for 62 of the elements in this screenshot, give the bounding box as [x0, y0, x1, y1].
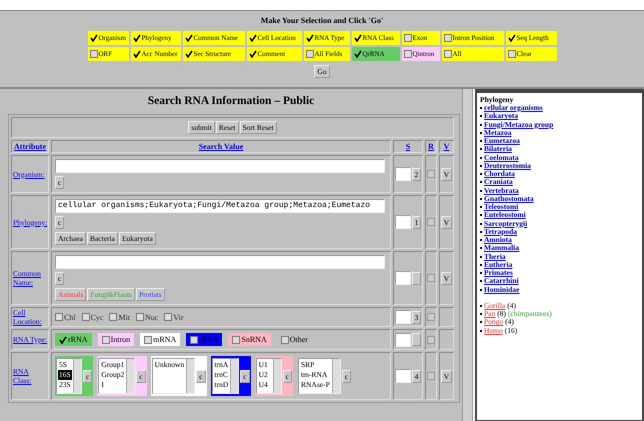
checkbox[interactable] — [248, 34, 256, 42]
search-field[interactable]: cellular organisms;Eukaryota;Fungi/Metazoa group;Metazoa;Eumetazo — [55, 199, 385, 213]
checkbox[interactable] — [427, 170, 435, 178]
checkbox[interactable] — [55, 313, 63, 321]
checkbox[interactable] — [144, 336, 152, 344]
panel-title: Search RNA Information – Public — [146, 95, 316, 107]
checkbox[interactable] — [109, 313, 118, 321]
empty-table-cell — [439, 307, 454, 327]
sort-field[interactable] — [395, 271, 411, 285]
checkbox[interactable] — [354, 50, 362, 58]
checkbox[interactable] — [280, 336, 289, 344]
sort-field[interactable] — [395, 215, 411, 229]
checkbox[interactable] — [90, 34, 98, 42]
location-option[interactable]: Mit — [109, 312, 130, 322]
selection-title: Make Your Selection and Click 'Go' — [260, 16, 384, 25]
sort-field[interactable] — [395, 369, 411, 383]
checkbox[interactable] — [306, 50, 314, 58]
checkbox[interactable] — [164, 313, 172, 321]
checkbox[interactable] — [59, 336, 67, 344]
checkbox[interactable] — [427, 372, 435, 380]
scrollbar[interactable] — [462, 89, 473, 421]
sort-button[interactable] — [412, 333, 421, 346]
checkbox[interactable] — [427, 218, 435, 226]
checkbox[interactable] — [232, 336, 240, 344]
type-option[interactable]: SnRNA — [228, 333, 271, 346]
checkbox[interactable] — [427, 274, 435, 282]
sort-field[interactable] — [395, 167, 411, 181]
checkbox[interactable] — [404, 34, 412, 42]
location-option[interactable]: Chl — [55, 312, 76, 322]
sort-button[interactable] — [412, 272, 421, 284]
checkbox[interactable] — [306, 34, 314, 42]
checkbox[interactable] — [132, 34, 140, 42]
checkbox[interactable] — [404, 50, 412, 58]
type-option[interactable]: rRNA — [55, 333, 92, 346]
search-field[interactable] — [55, 255, 385, 269]
checkbox[interactable] — [427, 336, 435, 344]
checkbox[interactable] — [190, 336, 198, 344]
sort-field[interactable] — [395, 310, 411, 324]
column-header[interactable]: Search Value — [198, 142, 244, 151]
checkbox[interactable] — [82, 313, 90, 321]
empty-table-cell — [439, 329, 454, 350]
checkbox[interactable] — [444, 34, 452, 42]
type-option[interactable]: Intron — [98, 333, 134, 346]
checkbox[interactable] — [184, 50, 192, 58]
checkbox[interactable] — [508, 50, 516, 58]
search-field[interactable] — [55, 159, 385, 173]
checkbox[interactable] — [184, 34, 192, 42]
checkbox[interactable] — [444, 50, 452, 58]
location-option[interactable]: Cyc — [82, 312, 104, 322]
checkbox[interactable] — [508, 34, 516, 42]
checkbox[interactable] — [102, 336, 110, 344]
checkbox[interactable] — [132, 50, 140, 58]
column-header[interactable]: S — [406, 142, 410, 151]
checkbox[interactable] — [354, 34, 362, 42]
type-option[interactable]: mRNA — [140, 333, 180, 346]
checkbox[interactable] — [427, 313, 435, 321]
location-option[interactable]: Nuc — [136, 312, 158, 322]
location-option[interactable]: Vir — [164, 312, 184, 322]
checkbox[interactable] — [248, 50, 256, 58]
sort-field[interactable] — [395, 332, 411, 346]
checkbox[interactable] — [90, 50, 98, 58]
checkbox[interactable] — [136, 313, 144, 321]
